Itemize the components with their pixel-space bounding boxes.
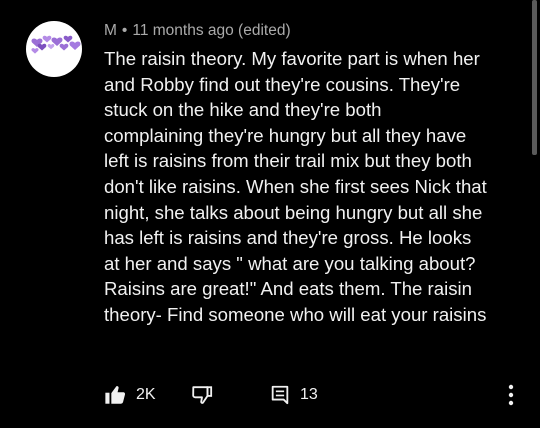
comment-actions: 2K 13 — [100, 380, 530, 410]
comment-line: left is raisins from their trail mix but… — [104, 150, 472, 172]
purple-hearts-icon — [31, 35, 81, 54]
thumbs-up-icon — [105, 386, 126, 404]
comment-line: has left is raisins and they're gross. H… — [104, 227, 472, 249]
dislike-button[interactable] — [190, 380, 214, 410]
comment-line: at her and says " what are you talking a… — [104, 252, 476, 274]
comment-line: complaining they're hungry but all they … — [104, 124, 467, 146]
author-name[interactable]: M — [104, 22, 117, 39]
avatar[interactable] — [26, 21, 82, 77]
replies-button[interactable]: 13 — [270, 380, 318, 410]
like-count: 2K — [136, 386, 156, 403]
comment-text: The raisin theory. My favorite part is w… — [104, 46, 520, 328]
comment-meta: M • 11 months ago (edited) — [104, 22, 291, 40]
comment-line: night, she talks about being hungry but … — [104, 201, 483, 223]
more-vert-icon — [508, 384, 514, 406]
thumbs-down-icon — [192, 386, 213, 404]
comment-line: The raisin theory. My favorite part is w… — [104, 48, 480, 69]
comment-line: theory- Find someone who will eat your r… — [104, 303, 487, 325]
comment-icon — [271, 385, 289, 405]
comment-line: stuck on the hike and they're both — [104, 99, 382, 121]
comment-line: Raisins are great!" And eats them. The r… — [104, 278, 472, 300]
comment-thread: M • 11 months ago (edited) The raisin theo… — [0, 0, 540, 428]
meta-separator: • — [121, 22, 128, 39]
more-options-button[interactable] — [508, 380, 514, 410]
timestamp: 11 months ago (edited) — [132, 22, 291, 39]
like-button[interactable]: 2K — [104, 380, 156, 410]
comment-line: don't like raisins. When she first sees … — [104, 175, 487, 197]
scrollbar[interactable] — [532, 0, 537, 155]
comment-line: and Robby find out they're cousins. They… — [104, 73, 461, 95]
reply-count: 13 — [300, 386, 318, 403]
